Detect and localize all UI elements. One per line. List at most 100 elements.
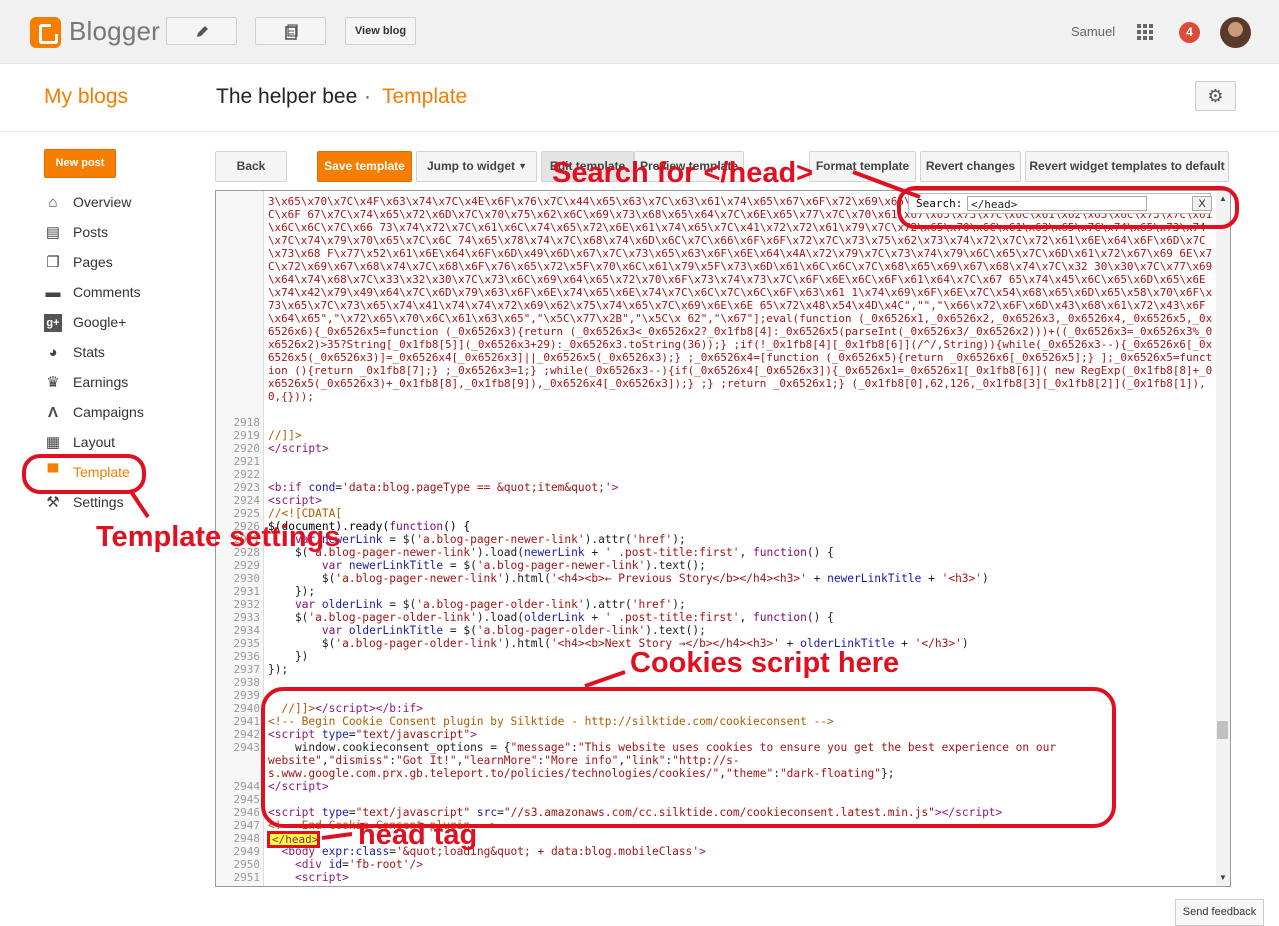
apps-grid-icon[interactable] [1137,24,1154,41]
code-line: <script> [268,494,322,507]
format-template-button[interactable]: Format template [809,151,916,182]
user-name[interactable]: Samuel [1071,24,1115,39]
posts-icon: ▤ [45,224,61,241]
sidebar-item-label: Overview [73,194,132,210]
line-number: 2936 [233,650,261,663]
line-number: 2930 [233,572,261,585]
sidebar-item-posts[interactable]: ▤ Posts [44,220,194,250]
cookies-annotation-box [261,687,1116,828]
editor-scrollbar[interactable]: ▲ ▼ [1216,191,1230,886]
search-annotation-label: Search for </head> [552,157,814,189]
avatar[interactable] [1220,17,1251,48]
line-number: 2924 [233,494,261,507]
sidebar-item-label: Campaigns [73,404,144,420]
sidebar-item-label: Stats [73,344,105,360]
line-number: 2934 [233,624,261,637]
pages-icon: ❐ [46,254,60,271]
line-number: 2918 [233,416,261,429]
sidebar-item-earnings[interactable]: ♛ Earnings [44,370,194,400]
line-number: 2922 [233,468,261,481]
sidebar-item-overview[interactable]: ⌂ Overview [44,190,194,220]
line-number: 2925 [233,507,261,520]
scroll-down-icon[interactable]: ▼ [1219,873,1227,882]
line-number: 2933 [233,611,261,624]
sidebar-item-google-plus[interactable]: g+ Google+ [44,310,194,340]
sidebar-item-settings[interactable]: ⚒ Settings [44,490,194,520]
line-number: 2920 [233,442,261,455]
sidebar-item-label: Posts [73,224,109,240]
blogger-logo-text[interactable]: Blogger [69,16,160,47]
code-line: $('a.blog-pager-newer-link').load(newerL… [268,546,834,559]
sidebar-item-campaigns[interactable]: Λ Campaigns [44,400,194,430]
send-feedback-button[interactable]: Send feedback [1175,899,1264,926]
code-line: }); [268,585,316,598]
stats-icon: ◕ [48,344,58,361]
blog-name[interactable]: The helper bee [216,85,357,109]
code-line: $('a.blog-pager-newer-link').html('<h4><… [268,572,989,585]
comments-icon: ▬ [45,284,61,301]
revert-changes-button[interactable]: Revert changes [920,151,1021,182]
save-template-button[interactable]: Save template [317,151,412,182]
head-tag-highlight: </head> [267,831,320,848]
code-line: var olderLink = $('a.blog-pager-older-li… [294,598,686,611]
sidebar-item-comments[interactable]: ▬ Comments [44,280,194,310]
line-number: 2932 [233,598,261,611]
line-number: 2931 [233,585,261,598]
line-number: 2935 [233,637,261,650]
line-number: 2938 [233,676,261,689]
blogger-logo-icon[interactable] [30,17,61,48]
layout-icon: ▦ [45,434,61,451]
scrollbar-thumb[interactable] [1217,721,1228,739]
line-number: 2921 [233,455,261,468]
pencil-icon [196,26,208,37]
top-bar: Blogger View blog Samuel 4 [0,0,1279,64]
code-line: $(document).ready(function() { [268,520,471,533]
code-line: var newerLinkTitle = $('a.blog-pager-new… [321,559,706,572]
code-line: var olderLinkTitle = $('a.blog-pager-old… [321,624,706,637]
line-number: 2948 [233,832,261,845]
my-blogs-link[interactable]: My blogs [44,85,128,109]
line-number: 2937 [233,663,261,676]
posts-list-icon [284,24,298,40]
gear-icon: ⚙ [1207,86,1224,106]
line-number: 2947 [233,819,261,832]
code-line: <script> [294,871,349,884]
new-post-button[interactable]: New post [44,149,116,178]
new-post-pencil-button[interactable] [166,17,237,45]
code-line: </script> [268,442,329,455]
code-line: //]]> [268,429,302,442]
trophy-icon: ♛ [46,374,60,391]
jump-to-widget-dropdown[interactable]: Jump to widget ▼ [416,151,537,182]
page-header [0,64,1279,132]
cookies-annotation-label: Cookies script here [630,647,900,679]
wrench-icon: ⚒ [46,494,60,511]
line-number: 2949 [233,845,261,858]
line-number: 2951 [233,871,261,884]
code-line: <div id='fb-root'/> [294,858,423,871]
line-number: 2943 [233,741,261,754]
line-number: 2942 [233,728,261,741]
sidebar-item-stats[interactable]: ◕ Stats [44,340,194,370]
sidebar-item-label: Earnings [73,374,129,390]
home-icon: ⌂ [48,194,58,211]
sidebar-item-label: Google+ [73,314,127,330]
line-number: 2923 [233,481,261,494]
line-number: 2945 [233,793,261,806]
view-posts-button[interactable] [255,17,326,45]
sidebar-item-label: Layout [73,434,116,450]
revert-widget-templates-button[interactable]: Revert widget templates to default [1025,151,1229,182]
template-settings-annotation-label: Template settings [96,521,341,553]
sidebar-item-pages[interactable]: ❐ Pages [44,250,194,280]
view-blog-button[interactable]: View blog [345,17,416,45]
google-plus-icon: g+ [44,314,62,332]
back-button[interactable]: Back [215,151,287,182]
line-number: 2940 [233,702,261,715]
line-number: 2919 [233,429,261,442]
breadcrumb-separator: · [364,85,371,108]
page-title: Template [382,85,468,108]
campaigns-icon: Λ [47,404,58,421]
notification-badge[interactable]: 4 [1179,22,1200,43]
head-tag-annotation-label: head tag [358,819,478,851]
settings-gear-button[interactable]: ⚙ [1195,81,1236,111]
line-number: 2929 [233,559,261,572]
